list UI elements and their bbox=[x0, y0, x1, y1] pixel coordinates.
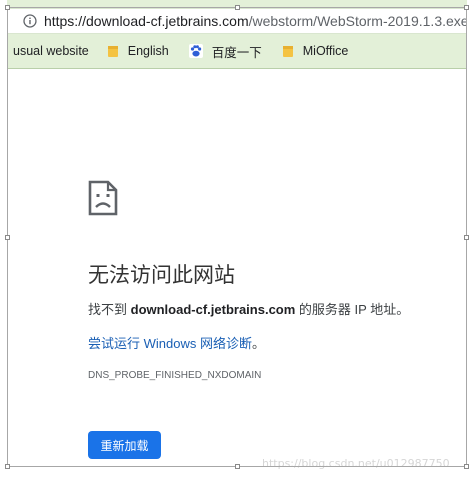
error-description: 找不到 download-cf.jetbrains.com 的服务器 IP 地址… bbox=[88, 299, 409, 318]
resize-handle[interactable] bbox=[235, 464, 240, 469]
bookmarks-bar: usual website English 百度一下 MiOffice bbox=[7, 36, 467, 66]
bookmark-label: 百度一下 bbox=[211, 45, 262, 60]
resize-handle[interactable] bbox=[464, 464, 469, 469]
error-desc-prefix: 找不到 bbox=[88, 302, 131, 317]
resize-handle[interactable] bbox=[5, 464, 10, 469]
error-desc-suffix: 的服务器 IP 地址。 bbox=[295, 302, 410, 317]
url-text[interactable]: https://download-cf.jetbrains.com/websto… bbox=[44, 13, 467, 29]
url-path: /webstorm/WebStorm-2019.1.3.exe bbox=[248, 13, 467, 29]
folder-icon bbox=[107, 45, 118, 57]
bookmark-label: MiOffice bbox=[302, 44, 349, 58]
error-title: 无法访问此网站 bbox=[88, 264, 235, 287]
resize-handle[interactable] bbox=[464, 235, 469, 240]
bookmark-usual-website[interactable]: usual website bbox=[13, 44, 89, 58]
error-desc-host: download-cf.jetbrains.com bbox=[130, 302, 296, 317]
bookmark-label: English bbox=[127, 44, 169, 58]
bookmark-mioffice[interactable]: MiOffice bbox=[282, 44, 349, 58]
selection-frame bbox=[7, 7, 467, 467]
network-diagnostics-link[interactable]: 尝试运行 Windows 网络诊断 bbox=[88, 336, 252, 351]
error-code: DNS_PROBE_FINISHED_NXDOMAIN bbox=[88, 370, 262, 381]
reload-button[interactable]: 重新加载 bbox=[88, 431, 161, 459]
baidu-paw-icon bbox=[188, 44, 203, 58]
url-host: https://download-cf.jetbrains.com bbox=[43, 13, 249, 29]
address-bar[interactable]: https://download-cf.jetbrains.com/websto… bbox=[7, 8, 467, 34]
sad-page-icon bbox=[88, 180, 118, 216]
bookmark-label: usual website bbox=[13, 44, 89, 58]
bookmark-english[interactable]: English bbox=[107, 44, 169, 58]
screenshot: https://download-cf.jetbrains.com/websto… bbox=[0, 0, 474, 482]
resize-handle[interactable] bbox=[5, 235, 10, 240]
browser-chrome: https://download-cf.jetbrains.com/websto… bbox=[7, 0, 467, 69]
info-icon[interactable] bbox=[23, 14, 37, 28]
watermark: https://blog.csdn.net/u012987750 bbox=[262, 457, 450, 470]
folder-icon bbox=[282, 45, 293, 57]
bookmark-baidu[interactable]: 百度一下 bbox=[188, 42, 262, 61]
error-suggestion: 尝试运行 Windows 网络诊断。 bbox=[88, 333, 265, 352]
suggestion-end: 。 bbox=[251, 336, 265, 351]
